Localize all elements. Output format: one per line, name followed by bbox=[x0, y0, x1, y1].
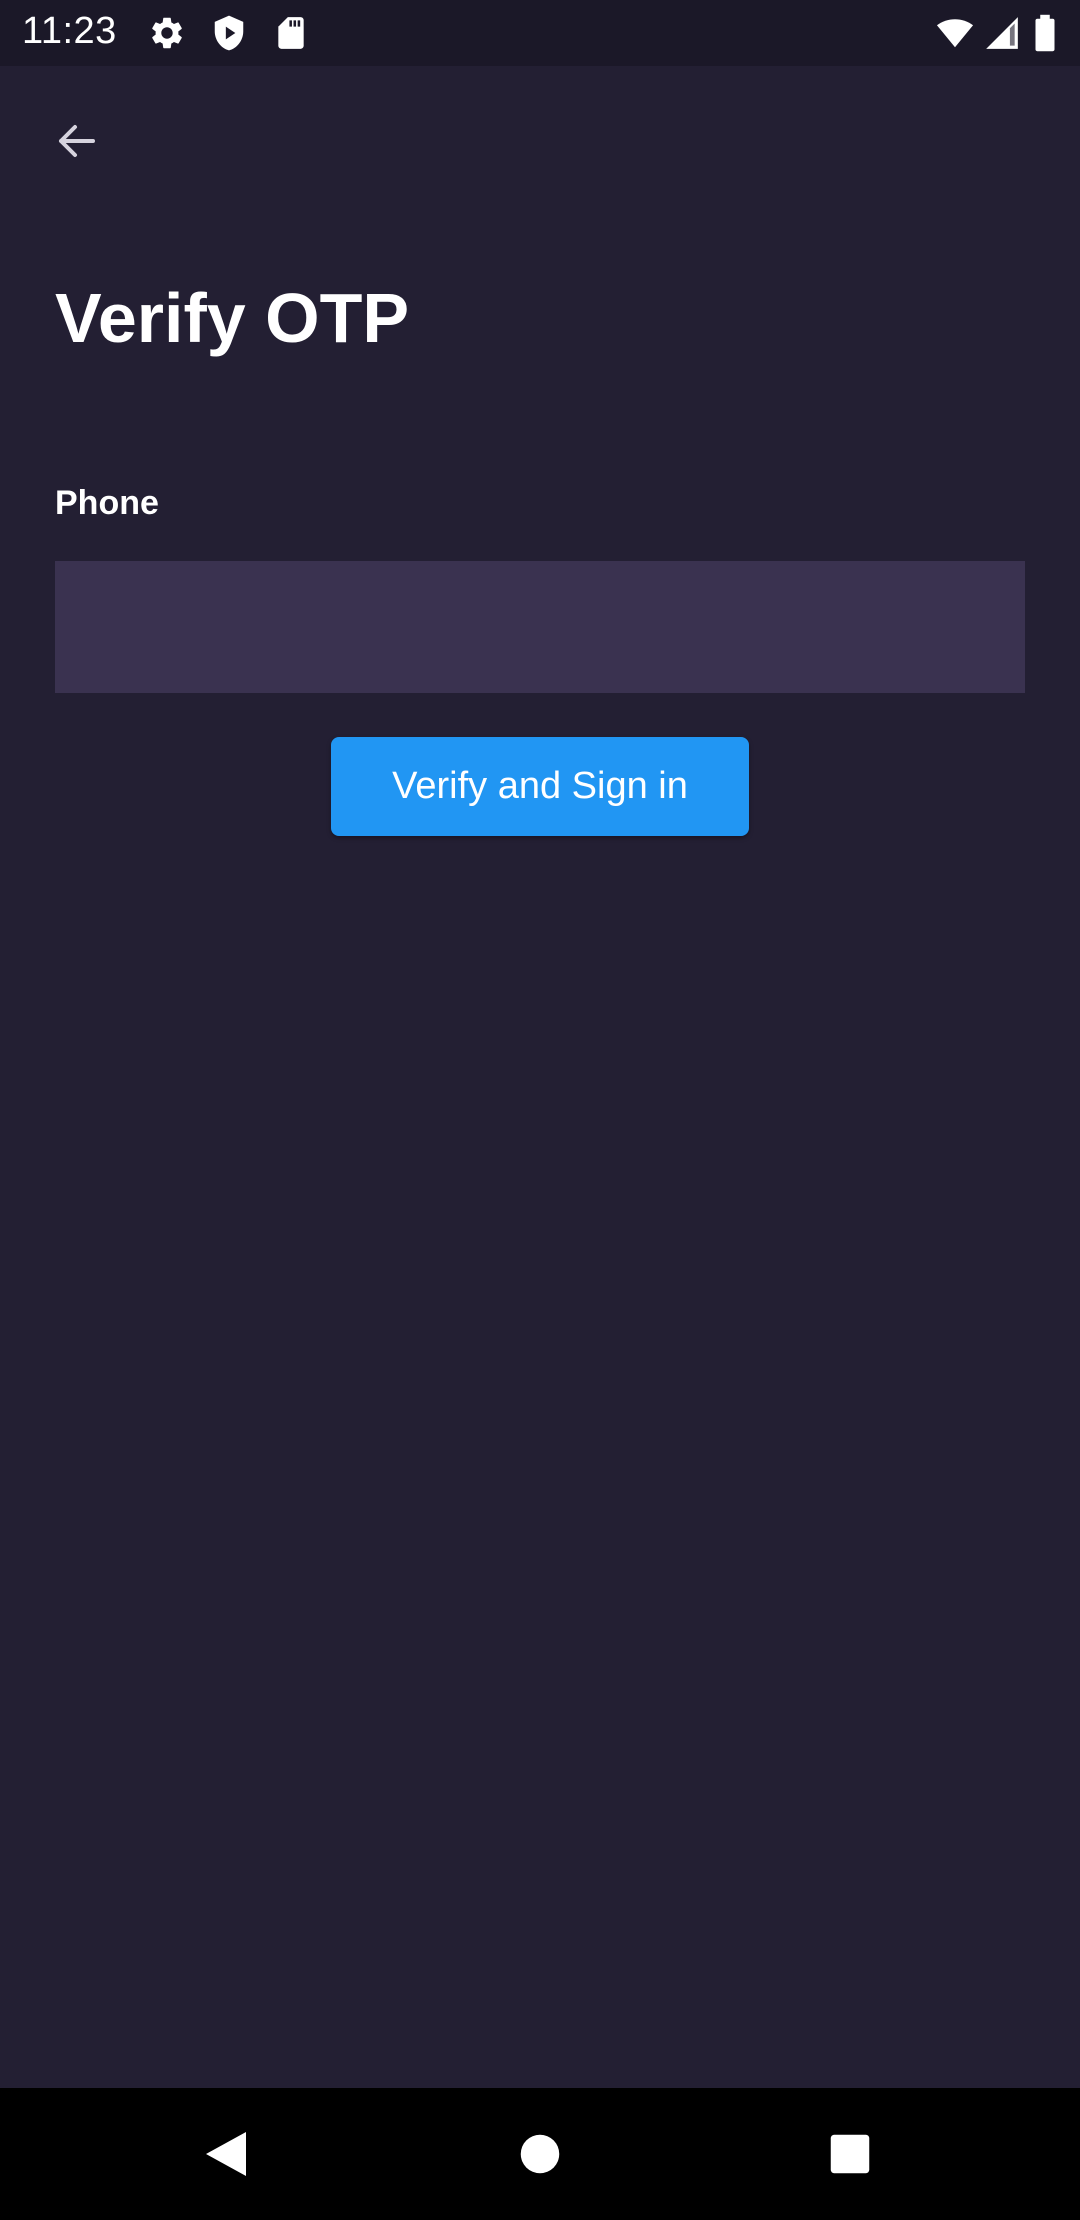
status-bar: 11:23 bbox=[0, 0, 1080, 66]
phone-input[interactable] bbox=[55, 561, 1025, 693]
signal-icon bbox=[983, 14, 1021, 52]
nav-home-button[interactable] bbox=[500, 2114, 580, 2194]
system-nav-bar bbox=[0, 2088, 1080, 2220]
back-button[interactable] bbox=[40, 104, 114, 178]
nav-recents-button[interactable] bbox=[810, 2114, 890, 2194]
page-title: Verify OTP bbox=[55, 279, 410, 357]
phone-label: Phone bbox=[55, 484, 159, 522]
battery-icon bbox=[1030, 14, 1068, 52]
home-circle-icon bbox=[520, 2134, 560, 2174]
nav-back-button[interactable] bbox=[186, 2114, 266, 2194]
app-content bbox=[0, 66, 1080, 2088]
verify-and-sign-in-button[interactable]: Verify and Sign in bbox=[331, 737, 749, 836]
sd-card-icon bbox=[272, 14, 310, 52]
arrow-left-icon bbox=[59, 125, 95, 157]
gear-icon bbox=[148, 14, 186, 52]
back-triangle-icon bbox=[206, 2132, 246, 2176]
wifi-icon bbox=[935, 14, 974, 52]
recents-square-icon bbox=[830, 2134, 870, 2174]
shield-icon bbox=[210, 14, 248, 52]
status-time: 11:23 bbox=[22, 10, 117, 52]
